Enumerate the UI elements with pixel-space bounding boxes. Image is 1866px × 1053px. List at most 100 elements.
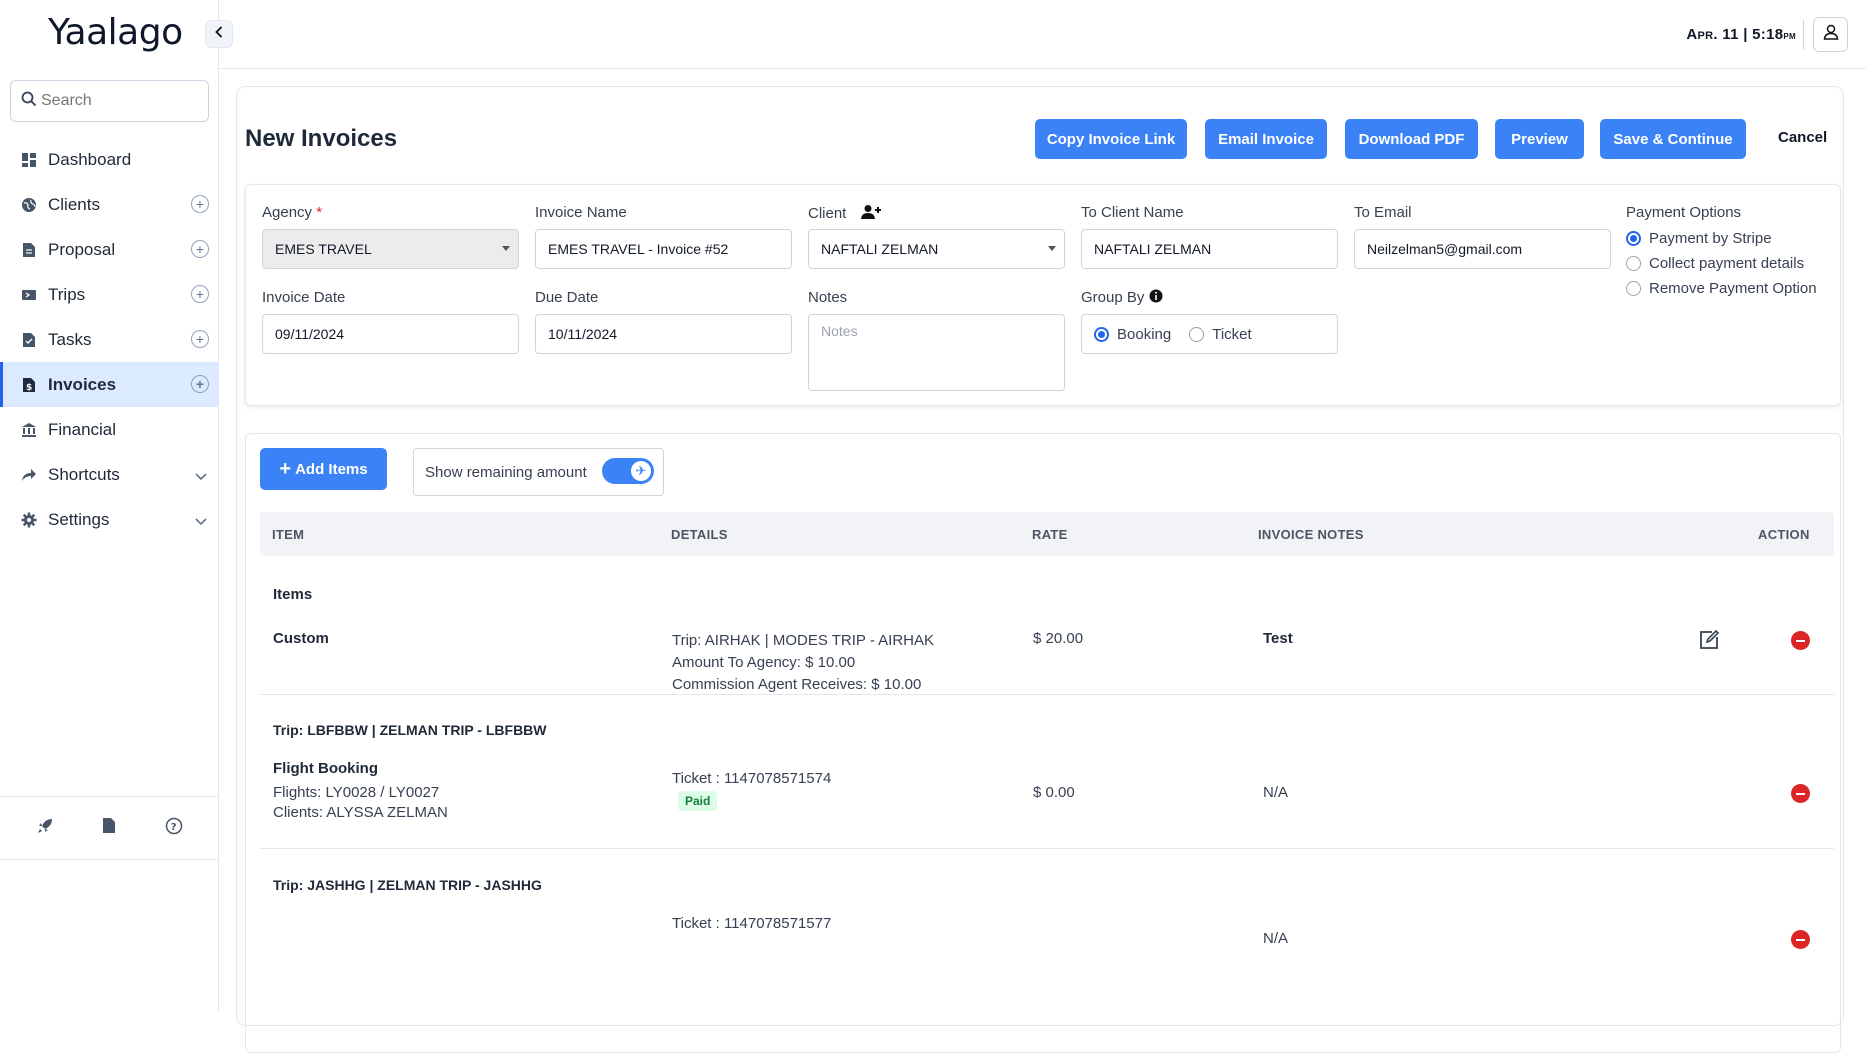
- radio[interactable]: [1626, 281, 1641, 296]
- agency-select[interactable]: EMES TRAVEL: [262, 229, 519, 269]
- sidebar-item-label: Trips: [48, 284, 86, 304]
- trip-title: Trip: JASHHG | ZELMAN TRIP - JASHHG: [273, 877, 542, 893]
- group-by-ticket[interactable]: Ticket: [1189, 326, 1252, 343]
- sidebar-item-label: Invoices: [48, 374, 117, 394]
- dashboard-icon: [20, 151, 38, 169]
- radio-selected[interactable]: [1626, 231, 1641, 246]
- item-notes: N/A: [1263, 930, 1289, 947]
- trip-title: Trip: LBFBBW | ZELMAN TRIP - LBFBBW: [273, 722, 547, 738]
- row-divider: [260, 848, 1834, 849]
- app-logo[interactable]: Yaalago: [48, 12, 183, 53]
- bank-icon: [20, 421, 38, 439]
- sidebar-item-proposal[interactable]: Proposal +: [0, 227, 219, 272]
- radio-selected[interactable]: [1094, 326, 1109, 342]
- help-icon[interactable]: ?: [165, 817, 183, 840]
- item-rate: $ 0.00: [1033, 784, 1075, 801]
- search-input[interactable]: [41, 92, 201, 110]
- edit-icon[interactable]: [1698, 629, 1720, 656]
- remove-item-icon[interactable]: [1791, 631, 1810, 650]
- caret-down-icon: [1048, 246, 1056, 251]
- chevron-left-icon: [215, 25, 223, 43]
- sidebar-item-shortcuts[interactable]: Shortcuts: [0, 452, 219, 497]
- sidebar-item-label: Settings: [48, 509, 110, 529]
- sidebar-item-label: Proposal: [48, 239, 116, 259]
- sidebar-item-label: Financial: [48, 419, 117, 439]
- add-items-button[interactable]: + Add Items: [260, 448, 387, 490]
- radio[interactable]: [1189, 326, 1205, 342]
- invoice-items: + Add Items Show remaining amount ✈ ITEM…: [245, 433, 1841, 1053]
- search-icon: [21, 91, 37, 112]
- sidebar-item-financial[interactable]: Financial: [0, 407, 219, 452]
- group-by-booking[interactable]: Booking: [1094, 326, 1171, 343]
- sidebar-item-trips[interactable]: Trips +: [0, 272, 219, 317]
- invoice-date-field[interactable]: 09/11/2024: [262, 314, 519, 354]
- column-header-rate: RATE: [1032, 527, 1068, 542]
- sidebar-item-dashboard[interactable]: Dashboard: [0, 137, 219, 182]
- notes-textarea[interactable]: Notes: [808, 314, 1065, 391]
- item-clients: Clients: ALYSSA ZELMAN: [273, 804, 448, 821]
- add-client-person-icon[interactable]: [859, 205, 881, 224]
- chevron-down-icon[interactable]: [195, 511, 207, 531]
- row-divider: [260, 694, 1834, 695]
- payment-option-stripe[interactable]: Payment by Stripe: [1626, 230, 1772, 247]
- section-title-items: Items: [273, 586, 313, 603]
- add-proposal-icon[interactable]: +: [191, 240, 209, 258]
- client-select[interactable]: NAFTALI ZELMAN: [808, 229, 1065, 269]
- invoice-name-field[interactable]: EMES TRAVEL - Invoice #52: [535, 229, 792, 269]
- add-trip-icon[interactable]: +: [191, 285, 209, 303]
- preview-button[interactable]: Preview: [1495, 119, 1584, 159]
- sidebar-item-tasks[interactable]: Tasks +: [0, 317, 219, 362]
- show-remaining-toggle[interactable]: ✈: [602, 458, 654, 484]
- airplane-icon: ✈: [631, 461, 651, 481]
- add-client-icon[interactable]: +: [191, 195, 209, 213]
- payment-options-label: Payment Options: [1626, 204, 1742, 221]
- required-marker: *: [316, 204, 323, 221]
- sidebar-nav: Dashboard Clients + Proposal + Trips + T…: [0, 137, 219, 542]
- add-task-icon[interactable]: +: [191, 330, 209, 348]
- payment-option-collect[interactable]: Collect payment details: [1626, 255, 1804, 272]
- current-date: Apr. 11: [1686, 26, 1739, 43]
- to-client-name-label: To Client Name: [1081, 204, 1184, 221]
- invoice-editor: New Invoices Copy Invoice Link Email Inv…: [236, 86, 1844, 1053]
- payment-option-remove[interactable]: Remove Payment Option: [1626, 280, 1817, 297]
- file-icon[interactable]: [102, 817, 116, 839]
- chevron-down-icon[interactable]: [195, 466, 207, 486]
- remove-item-icon[interactable]: [1791, 930, 1810, 949]
- group-by-label: Group By: [1081, 289, 1163, 307]
- download-pdf-button[interactable]: Download PDF: [1345, 119, 1478, 159]
- save-continue-button[interactable]: Save & Continue: [1600, 119, 1746, 159]
- gear-icon: [20, 511, 38, 529]
- items-table-header: ITEM DETAILS RATE INVOICE NOTES ACTION: [260, 512, 1834, 556]
- sidebar-item-settings[interactable]: Settings: [0, 497, 219, 542]
- search-box[interactable]: [10, 80, 209, 122]
- svg-text:$: $: [26, 383, 32, 393]
- document-icon: [20, 241, 38, 259]
- due-date-field[interactable]: 10/11/2024: [535, 314, 792, 354]
- item-name: Custom: [273, 630, 329, 647]
- item-notes: Test: [1263, 630, 1293, 647]
- radio[interactable]: [1626, 256, 1641, 271]
- cancel-button[interactable]: Cancel: [1778, 129, 1827, 146]
- collapse-sidebar-button[interactable]: [205, 20, 233, 48]
- sidebar-item-clients[interactable]: Clients +: [0, 182, 219, 227]
- column-header-invoice-notes: INVOICE NOTES: [1258, 527, 1364, 542]
- rocket-icon[interactable]: [36, 817, 54, 840]
- to-client-name-field[interactable]: NAFTALI ZELMAN: [1081, 229, 1338, 269]
- info-icon[interactable]: [1149, 289, 1163, 307]
- item-ticket: Ticket : 1147078571574: [672, 770, 832, 787]
- to-email-field[interactable]: Neilzelman5@gmail.com: [1354, 229, 1611, 269]
- plus-icon: +: [279, 458, 292, 480]
- user-menu-button[interactable]: [1813, 17, 1848, 52]
- current-time: 5:18: [1752, 26, 1784, 43]
- share-arrow-icon: [20, 466, 38, 484]
- task-icon: [20, 331, 38, 349]
- sidebar-item-invoices[interactable]: $ Invoices +: [0, 362, 219, 407]
- item-rate: $ 20.00: [1033, 630, 1084, 647]
- sidebar-item-label: Clients: [48, 194, 100, 214]
- add-invoice-icon[interactable]: +: [191, 375, 209, 393]
- remove-item-icon[interactable]: [1791, 784, 1810, 803]
- divider: [1803, 20, 1804, 50]
- copy-invoice-link-button[interactable]: Copy Invoice Link: [1035, 119, 1187, 159]
- email-invoice-button[interactable]: Email Invoice: [1205, 119, 1327, 159]
- to-email-label: To Email: [1354, 204, 1412, 221]
